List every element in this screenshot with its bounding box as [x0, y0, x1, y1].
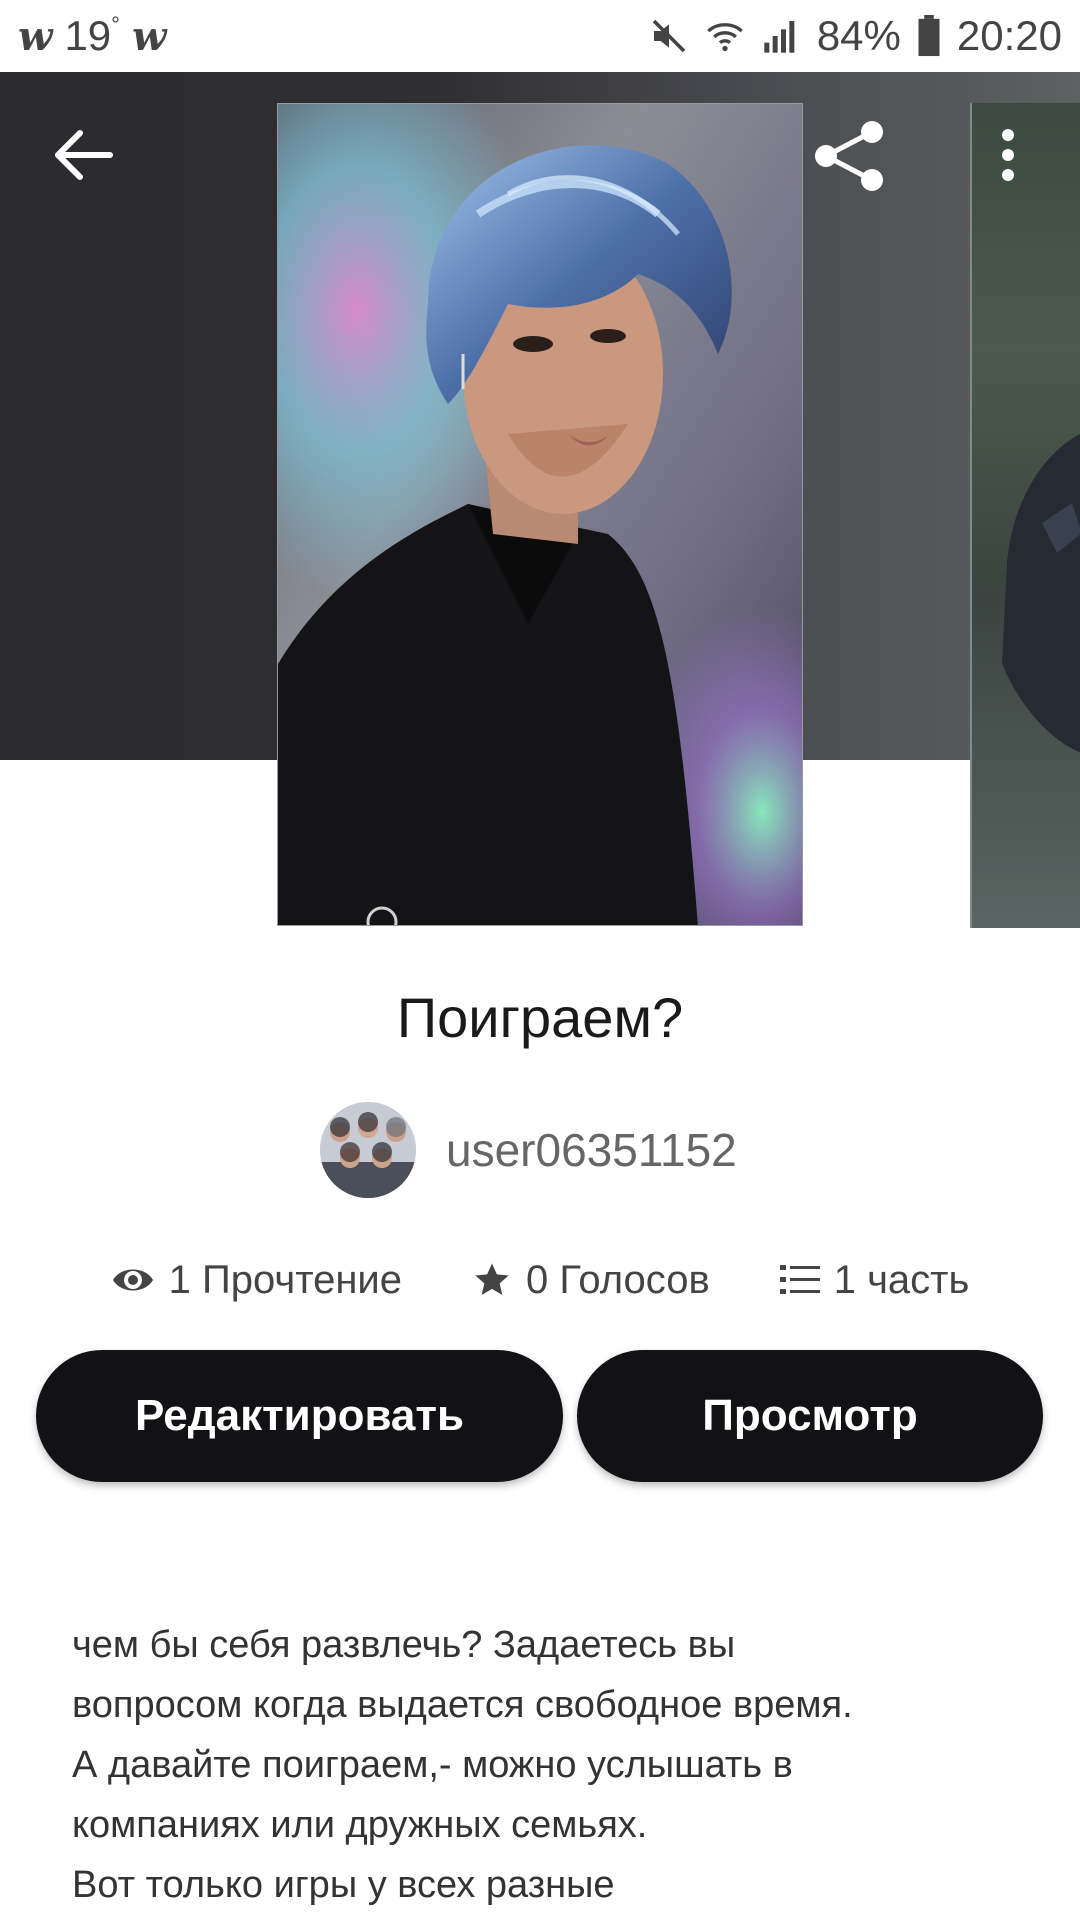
cellular-signal-icon	[761, 16, 801, 56]
clock: 20:20	[956, 12, 1062, 59]
wattpad-notification-icon: w	[18, 12, 53, 60]
story-stats: 1 Прочтение 0 Голосов 1 часть	[0, 1245, 1080, 1315]
battery-percent: 84%	[816, 12, 901, 59]
weather-temperature: 19°	[64, 12, 120, 60]
story-title: Поиграем?	[396, 986, 684, 1049]
star-icon	[475, 1263, 509, 1295]
list-icon	[779, 1265, 820, 1294]
eye-icon	[112, 1269, 153, 1291]
reads-count: 1 Прочтение	[168, 1257, 403, 1302]
share-icon	[815, 121, 883, 191]
edit-button[interactable]: Редактировать	[36, 1350, 563, 1482]
story-description: чем бы себя развлечь? Задаетесь вы вопро…	[72, 1615, 1032, 1915]
more-options-button[interactable]	[990, 125, 1026, 185]
status-bar-left: w 19° w	[18, 12, 166, 60]
story-cover-image[interactable]	[277, 103, 803, 926]
share-button[interactable]	[812, 118, 888, 194]
back-button[interactable]	[50, 125, 120, 185]
author-row[interactable]: user06351152	[320, 1100, 737, 1200]
stat-reads: 1 Прочтение	[111, 1258, 402, 1303]
arrow-left-icon	[55, 130, 113, 180]
parts-count: 1 часть	[833, 1257, 970, 1302]
description-line: А давайте поиграем,- можно услышать в	[72, 1744, 793, 1786]
battery-icon	[917, 15, 941, 57]
temperature-value: 19	[64, 12, 112, 59]
status-bar: w 19° w 84% 20:20	[0, 0, 1080, 72]
mute-icon	[649, 16, 689, 56]
preview-button[interactable]: Просмотр	[577, 1350, 1043, 1482]
wifi-icon	[705, 16, 745, 56]
stat-parts: 1 часть	[779, 1257, 970, 1303]
votes-count: 0 Голосов	[526, 1257, 710, 1302]
wattpad-notification-icon-2: w	[131, 12, 167, 60]
temperature-unit: °	[111, 12, 120, 37]
author-name[interactable]: user06351152	[446, 1123, 737, 1177]
description-line: чем бы себя развлечь? Задаетесь вы	[72, 1624, 736, 1666]
description-line: компаниях или дружных семьях.	[72, 1804, 648, 1846]
stat-votes: 0 Голосов	[472, 1258, 710, 1303]
author-avatar[interactable]	[320, 1102, 416, 1198]
description-line: вопросом когда выдается свободное время.	[72, 1684, 853, 1726]
more-vertical-icon	[1002, 129, 1014, 181]
status-bar-right: 84% 20:20	[649, 12, 1062, 60]
description-line: Вот только игры у всех разные	[72, 1864, 615, 1906]
next-story-cover[interactable]	[970, 103, 1080, 928]
